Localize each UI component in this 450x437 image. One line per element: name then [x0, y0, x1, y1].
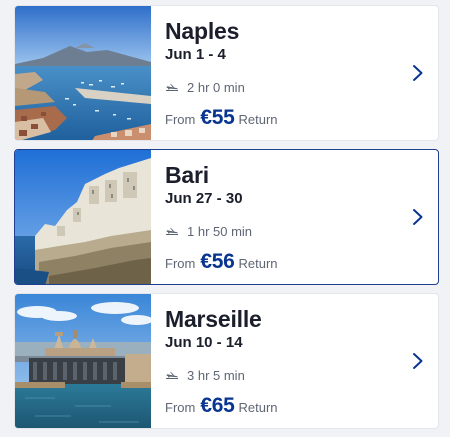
price-from-label: From — [165, 112, 196, 127]
destination-card-bari[interactable]: Bari Jun 27 - 30 1 hr 50 min From €56 Re… — [14, 149, 439, 285]
flight-duration: 2 hr 0 min — [187, 79, 245, 95]
card-details: Naples Jun 1 - 4 2 hr 0 min From €55 Ret… — [151, 6, 438, 140]
destination-photo-naples — [15, 6, 151, 140]
price-from-label: From — [165, 400, 196, 415]
destination-list: Naples Jun 1 - 4 2 hr 0 min From €55 Ret… — [14, 5, 439, 437]
city-name: Naples — [165, 18, 240, 44]
price-from-label: From — [165, 256, 196, 271]
chevron-right-icon[interactable] — [412, 352, 424, 370]
plane-icon — [166, 84, 178, 91]
destination-card-marseille[interactable]: Marseille Jun 10 - 14 3 hr 5 min From €6… — [14, 293, 439, 429]
flight-duration: 3 hr 5 min — [187, 367, 245, 383]
price-row: From €56 Return — [165, 250, 438, 274]
card-details: Marseille Jun 10 - 14 3 hr 5 min From €6… — [151, 294, 438, 428]
flight-duration-row: 2 hr 0 min — [165, 78, 438, 96]
destination-photo-bari — [15, 150, 151, 284]
fare-type-label: Return — [238, 256, 278, 271]
travel-dates: Jun 10 - 14 — [165, 334, 243, 351]
price-row: From €65 Return — [165, 394, 438, 418]
city-name: Bari — [165, 162, 209, 188]
travel-dates: Jun 1 - 4 — [165, 46, 226, 63]
card-details: Bari Jun 27 - 30 1 hr 50 min From €56 Re… — [151, 150, 438, 284]
destination-photo-marseille — [15, 294, 151, 428]
price-value: €55 — [200, 106, 235, 129]
fare-type-label: Return — [238, 400, 278, 415]
destination-card-naples[interactable]: Naples Jun 1 - 4 2 hr 0 min From €55 Ret… — [14, 5, 439, 141]
price-value: €65 — [200, 394, 235, 417]
city-name: Marseille — [165, 306, 262, 332]
plane-icon — [166, 228, 178, 235]
travel-dates: Jun 27 - 30 — [165, 190, 243, 207]
price-value: €56 — [200, 250, 235, 273]
price-row: From €55 Return — [165, 106, 438, 130]
chevron-right-icon[interactable] — [412, 208, 424, 226]
flight-duration: 1 hr 50 min — [187, 223, 253, 239]
chevron-right-icon[interactable] — [412, 64, 424, 82]
fare-type-label: Return — [238, 112, 278, 127]
flight-duration-row: 3 hr 5 min — [165, 366, 438, 384]
plane-icon — [166, 372, 178, 379]
flight-duration-row: 1 hr 50 min — [165, 222, 438, 240]
